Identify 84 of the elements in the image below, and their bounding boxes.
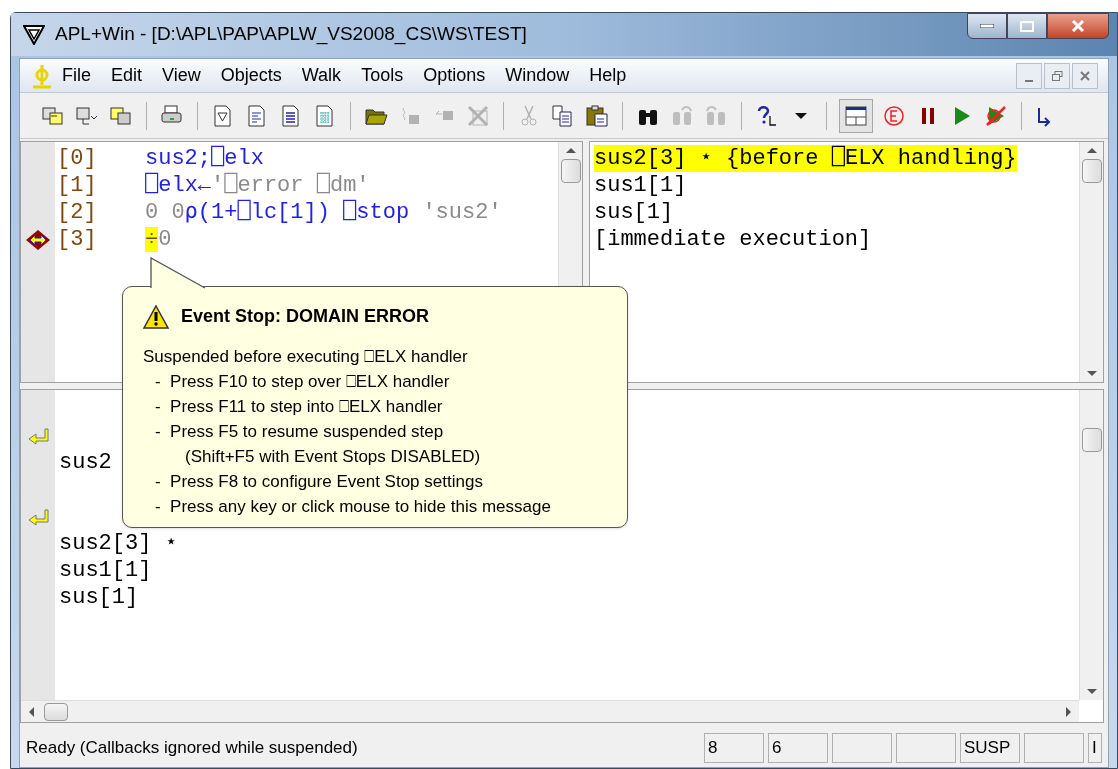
status-panel — [896, 733, 956, 763]
scroll-down-arrow[interactable] — [1086, 689, 1097, 694]
menu-item[interactable]: Objects — [220, 62, 282, 89]
e-circle-icon — [882, 103, 906, 128]
cross-icon — [466, 103, 490, 128]
close-icon — [1071, 20, 1085, 32]
session-line: sus2 — [59, 449, 112, 476]
tooltip-text: - Press any key or click mouse to hide this message — [155, 497, 551, 516]
menu-item[interactable]: Edit — [111, 62, 143, 89]
code-line: sus2;⎕elx — [145, 145, 264, 172]
maximize-button[interactable] — [1007, 13, 1047, 39]
line-number: [1] — [56, 172, 98, 199]
warning-icon — [143, 304, 169, 329]
close-icon — [1080, 70, 1090, 81]
scroll-thumb[interactable] — [1081, 159, 1102, 183]
maximize-icon — [1020, 20, 1034, 32]
binoculars-icon — [670, 103, 694, 128]
status-panel — [1024, 733, 1084, 763]
tooltip-text: - Press F8 to configure Event Stop settings — [155, 472, 483, 491]
code-line: ⎕elx←'⎕error ⎕dm' — [145, 172, 370, 199]
clipboard-icon — [585, 103, 609, 128]
stack-entry[interactable]: sus[1] — [594, 199, 674, 226]
minimize-icon — [1025, 79, 1033, 82]
scroll-down-arrow[interactable] — [1086, 371, 1097, 376]
return-arrow-icon — [27, 426, 49, 445]
copy-icon — [551, 103, 575, 128]
scroll-up-arrow[interactable] — [565, 148, 576, 153]
tooltip-text: - Press F10 to step over ⎕ELX handler — [155, 372, 450, 391]
app-logo-icon — [23, 24, 45, 45]
menu-item[interactable]: Window — [505, 62, 570, 89]
child-minimize-button[interactable] — [1016, 62, 1042, 89]
status-panel — [832, 733, 892, 763]
tooltip-text: - Press F5 to resume suspended step — [155, 422, 444, 441]
scroll-left-arrow[interactable] — [29, 706, 34, 717]
tooltip-text: Suspended before executing ⎕ELX handler — [143, 347, 468, 366]
minimize-button[interactable] — [967, 13, 1007, 39]
scroll-thumb[interactable] — [560, 159, 581, 183]
help-icon — [755, 103, 779, 128]
line-number: [2] — [56, 199, 98, 226]
vertical-scrollbar[interactable] — [1079, 390, 1103, 700]
tooltip-text: - Press F11 to step into ⎕ELX handler — [155, 397, 443, 416]
menu-item[interactable]: Options — [423, 62, 486, 89]
menu-item[interactable]: Help — [589, 62, 627, 89]
menu-item[interactable]: Walk — [301, 62, 342, 89]
stack-entry[interactable]: sus1[1] — [594, 172, 687, 199]
pane-layout-icon — [844, 103, 868, 128]
code-line: 0 0⍴(1+⎕lc[1]) ⎕stop 'sus2' — [145, 199, 502, 226]
tooltip-title: Event Stop: DOMAIN ERROR — [181, 305, 429, 328]
status-panel: SUSP — [960, 733, 1020, 763]
tooltip-text: (Shift+F5 with Event Stops DISABLED) — [185, 447, 481, 466]
step-icon — [434, 110, 454, 121]
scroll-up-arrow[interactable] — [1086, 148, 1097, 153]
status-panel: I — [1088, 733, 1102, 763]
session-line: sus1[1] — [59, 557, 152, 584]
minimize-icon — [980, 24, 994, 28]
line-number: [3] — [56, 226, 98, 253]
return-arrow-icon — [27, 507, 49, 526]
binoculars-icon — [704, 103, 728, 128]
child-close-button[interactable] — [1072, 62, 1098, 89]
vertical-scrollbar[interactable] — [1079, 142, 1103, 382]
stack-entry[interactable]: [immediate execution] — [594, 226, 872, 253]
line-number: [0] — [56, 145, 98, 172]
horizontal-scrollbar[interactable] — [21, 700, 1079, 722]
menu-item[interactable]: Tools — [361, 62, 404, 89]
status-message: Ready (Callbacks ignored while suspended) — [26, 737, 359, 760]
status-panel: 8 — [704, 733, 764, 763]
toolbar-button[interactable] — [839, 98, 873, 133]
child-restore-button[interactable] — [1044, 62, 1070, 89]
current-line-arrow-icon — [25, 228, 51, 251]
restore-icon — [1051, 70, 1063, 81]
session-line: sus2[3] ⋆ — [59, 530, 178, 557]
window-title: APL+Win - [D:\APL\PAP\APLW_VS2008_CS\WS\TEST] — [55, 22, 527, 47]
scroll-right-arrow[interactable] — [1066, 706, 1071, 717]
session-line: sus[1] — [59, 584, 139, 611]
play-crossed-icon — [984, 103, 1008, 128]
menu-item[interactable]: File — [62, 62, 91, 89]
close-button[interactable] — [1047, 13, 1109, 39]
caret-icon — [794, 111, 808, 120]
scroll-thumb[interactable] — [44, 702, 68, 721]
status-panel: 6 — [768, 733, 828, 763]
code-line: ÷0 — [145, 226, 172, 253]
scroll-thumb[interactable] — [1081, 428, 1102, 452]
menu-item[interactable]: View — [162, 62, 201, 89]
stack-entry[interactable]: sus2[3] ⋆ {before ⎕ELX handling} — [594, 145, 1017, 172]
